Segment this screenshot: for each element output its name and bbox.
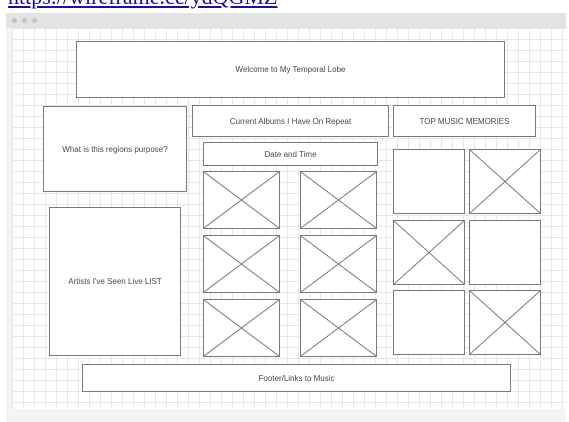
memory-image-slot[interactable] <box>393 290 465 355</box>
memory-image-placeholder-icon[interactable] <box>393 220 465 285</box>
memory-image-slot[interactable] <box>469 220 541 285</box>
region-purpose-box[interactable]: What is this regions purpose? <box>43 106 187 192</box>
album-image-placeholder-icon[interactable] <box>300 235 377 293</box>
window-dot-icon[interactable] <box>12 18 17 23</box>
footer-links-label: Footer/Links to Music <box>258 373 335 383</box>
top-music-header-label: TOP MUSIC MEMORIES <box>419 116 510 126</box>
window-titlebar <box>6 13 566 28</box>
albums-header-label: Current Albums I Have On Repeat <box>229 116 352 126</box>
region-purpose-label: What is this regions purpose? <box>62 144 168 154</box>
memory-image-slot[interactable] <box>393 149 465 214</box>
memory-image-placeholder-icon[interactable] <box>469 290 541 355</box>
album-image-placeholder-icon[interactable] <box>203 235 280 293</box>
album-image-placeholder-icon[interactable] <box>300 299 377 357</box>
wireframe-canvas[interactable]: Welcome to My Temporal Lobe What is this… <box>12 28 566 409</box>
artists-live-list-box[interactable]: Artists I've Seen Live LIST <box>49 207 181 356</box>
date-time-label: Date and Time <box>264 149 317 159</box>
memory-image-placeholder-icon[interactable] <box>469 149 541 214</box>
artists-live-list-label: Artists I've Seen Live LIST <box>68 277 162 286</box>
top-music-header-box[interactable]: TOP MUSIC MEMORIES <box>393 105 536 137</box>
album-image-placeholder-icon[interactable] <box>203 171 280 229</box>
albums-header-box[interactable]: Current Albums I Have On Repeat <box>192 105 389 137</box>
welcome-banner-label: Welcome to My Temporal Lobe <box>235 65 346 74</box>
app-window: Welcome to My Temporal Lobe What is this… <box>6 13 566 422</box>
album-image-placeholder-icon[interactable] <box>300 171 377 229</box>
welcome-banner[interactable]: Welcome to My Temporal Lobe <box>76 41 505 98</box>
window-dot-icon[interactable] <box>22 18 27 23</box>
date-time-box[interactable]: Date and Time <box>203 142 378 166</box>
wireframe-url-link[interactable]: https://wireframe.cc/ydQGMZ <box>8 0 277 10</box>
window-dot-icon[interactable] <box>32 18 37 23</box>
album-image-placeholder-icon[interactable] <box>203 299 280 357</box>
footer-links-box[interactable]: Footer/Links to Music <box>82 364 511 392</box>
